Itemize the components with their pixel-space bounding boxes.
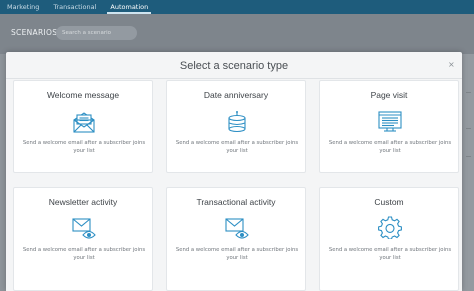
background-right-strip (462, 54, 474, 291)
card-description: Send a welcome email after a subscriber … (175, 247, 299, 261)
card-title: Page visit (370, 90, 408, 100)
modal-divider (6, 78, 462, 79)
web-page-icon (378, 111, 402, 132)
top-nav: Marketing Transactional Automation (0, 0, 474, 14)
card-description: Send a welcome email after a subscriber … (22, 247, 146, 261)
cake-icon (228, 111, 246, 133)
background-line (466, 128, 471, 129)
background-line (466, 92, 471, 93)
background-line (466, 156, 471, 157)
card-description: Send a welcome email after a subscriber … (175, 140, 299, 154)
scenarios-bar: SCENARIOS (0, 14, 474, 54)
envelope-icon (73, 112, 95, 133)
scenario-card-newsletter-activity[interactable]: Newsletter activity Send a welcome email… (13, 187, 153, 291)
card-title: Newsletter activity (48, 197, 118, 207)
scenario-card-date-anniversary[interactable]: Date anniversary Send a welcome email af… (166, 80, 306, 173)
scenario-card-welcome-message[interactable]: Welcome message Send a welcome email aft… (13, 80, 153, 173)
envelope-eye-icon (225, 218, 249, 239)
scenario-type-modal: Select a scenario type × Welcome message… (6, 52, 462, 291)
card-title: Date anniversary (203, 90, 269, 100)
scenarios-title: SCENARIOS (11, 28, 58, 37)
card-title: Transactional activity (196, 197, 276, 207)
gear-icon (378, 216, 402, 239)
envelope-eye-icon (72, 218, 96, 239)
tab-automation[interactable]: Automation (103, 0, 155, 14)
scenario-card-page-visit[interactable]: Page visit Send a welcome email after a … (319, 80, 459, 173)
tab-marketing[interactable]: Marketing (0, 0, 46, 14)
modal-title: Select a scenario type (179, 60, 289, 72)
card-description: Send a welcome email after a subscriber … (328, 140, 452, 154)
card-title: Custom (374, 197, 404, 207)
close-icon[interactable]: × (448, 61, 455, 69)
card-description: Send a welcome email after a subscriber … (22, 140, 146, 154)
card-title: Welcome message (46, 90, 120, 100)
card-description: Send a welcome email after a subscriber … (328, 247, 452, 261)
scenario-search-input[interactable] (56, 26, 137, 40)
scenario-card-transactional-activity[interactable]: Transactional activity Send a welcome em… (166, 187, 306, 291)
scenario-card-custom[interactable]: Custom Send a welcome email after a subs… (319, 187, 459, 291)
tab-transactional[interactable]: Transactional (46, 0, 103, 14)
